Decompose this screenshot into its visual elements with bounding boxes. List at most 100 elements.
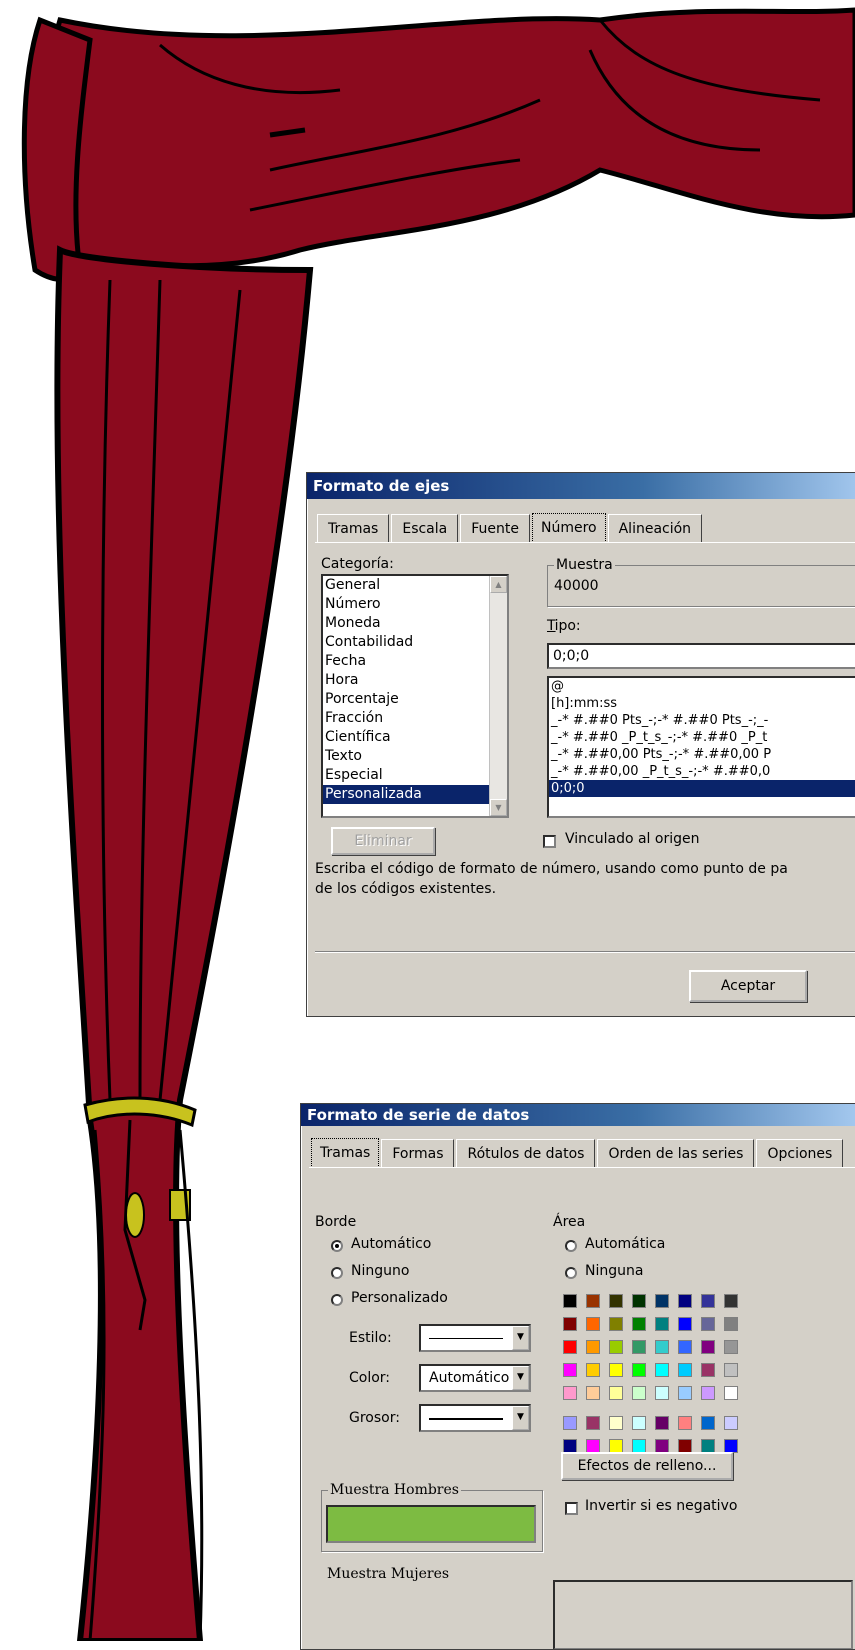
color-combo[interactable]: Automático ▼: [419, 1364, 531, 1392]
border-none-radio[interactable]: [331, 1267, 343, 1279]
color-swatch[interactable]: [724, 1363, 738, 1377]
list-item[interactable]: Número: [323, 595, 507, 614]
color-swatch[interactable]: [701, 1386, 715, 1400]
list-item-selected[interactable]: Personalizada: [323, 785, 507, 804]
color-swatch[interactable]: [563, 1363, 577, 1377]
list-item[interactable]: Fecha: [323, 652, 507, 671]
color-swatch[interactable]: [724, 1386, 738, 1400]
color-swatch[interactable]: [609, 1386, 623, 1400]
color-swatch[interactable]: [563, 1317, 577, 1331]
linked-checkbox[interactable]: [543, 835, 556, 848]
color-swatch[interactable]: [724, 1294, 738, 1308]
color-swatch[interactable]: [701, 1340, 715, 1354]
color-swatch[interactable]: [632, 1363, 646, 1377]
tab-rotulos[interactable]: Rótulos de datos: [456, 1139, 596, 1168]
fill-effects-button[interactable]: Efectos de relleno...: [561, 1452, 733, 1480]
list-item-selected[interactable]: 0;0;0: [549, 780, 855, 797]
invert-checkbox[interactable]: [565, 1502, 578, 1515]
format-listbox[interactable]: @ [h]:mm:ss _-* #.##0 Pts_-;-* #.##0 Pts…: [547, 676, 855, 818]
tab-alineacion[interactable]: Alineación: [607, 514, 703, 543]
category-scrollbar[interactable]: ▲ ▼: [489, 576, 507, 816]
ok-button[interactable]: Aceptar: [689, 970, 807, 1002]
tab-opciones[interactable]: Opciones: [756, 1139, 844, 1168]
color-swatch[interactable]: [563, 1416, 577, 1430]
color-swatch[interactable]: [701, 1294, 715, 1308]
color-swatch[interactable]: [655, 1363, 669, 1377]
color-swatch[interactable]: [609, 1317, 623, 1331]
area-none-radio[interactable]: [565, 1267, 577, 1279]
chevron-down-icon[interactable]: ▼: [512, 1326, 529, 1350]
color-swatch[interactable]: [563, 1439, 577, 1453]
tab-numero[interactable]: Número: [531, 513, 606, 543]
color-swatch[interactable]: [609, 1294, 623, 1308]
color-swatch[interactable]: [586, 1363, 600, 1377]
color-swatch[interactable]: [563, 1340, 577, 1354]
color-swatch[interactable]: [724, 1439, 738, 1453]
type-input[interactable]: 0;0;0: [547, 643, 855, 669]
color-swatch[interactable]: [632, 1439, 646, 1453]
list-item[interactable]: Especial: [323, 766, 507, 785]
color-swatch[interactable]: [655, 1439, 669, 1453]
tab-fuente[interactable]: Fuente: [460, 514, 530, 543]
list-item[interactable]: Científica: [323, 728, 507, 747]
area-auto-radio[interactable]: [565, 1240, 577, 1252]
color-swatch[interactable]: [701, 1416, 715, 1430]
category-listbox[interactable]: General Número Moneda Contabilidad Fecha…: [321, 574, 509, 818]
color-swatch[interactable]: [678, 1317, 692, 1331]
color-swatch[interactable]: [724, 1317, 738, 1331]
list-item[interactable]: _-* #.##0 Pts_-;-* #.##0 Pts_-;_-: [549, 712, 855, 729]
scroll-down-icon[interactable]: ▼: [490, 799, 507, 816]
color-swatch[interactable]: [586, 1416, 600, 1430]
color-swatch[interactable]: [632, 1340, 646, 1354]
color-swatch[interactable]: [655, 1340, 669, 1354]
color-swatch[interactable]: [609, 1416, 623, 1430]
list-item[interactable]: Moneda: [323, 614, 507, 633]
color-swatch[interactable]: [655, 1294, 669, 1308]
list-item[interactable]: Contabilidad: [323, 633, 507, 652]
color-swatch[interactable]: [586, 1294, 600, 1308]
delete-button[interactable]: Eliminar: [331, 827, 435, 855]
color-swatch[interactable]: [655, 1317, 669, 1331]
color-swatch[interactable]: [586, 1340, 600, 1354]
scroll-up-icon[interactable]: ▲: [490, 576, 507, 593]
color-swatch[interactable]: [678, 1294, 692, 1308]
color-swatch[interactable]: [701, 1439, 715, 1453]
tab-tramas[interactable]: Tramas: [317, 514, 390, 543]
color-swatch[interactable]: [678, 1386, 692, 1400]
color-swatch[interactable]: [724, 1416, 738, 1430]
color-swatch[interactable]: [586, 1317, 600, 1331]
color-swatch[interactable]: [655, 1416, 669, 1430]
color-swatch[interactable]: [609, 1340, 623, 1354]
color-swatch[interactable]: [563, 1294, 577, 1308]
border-auto-radio[interactable]: [331, 1240, 343, 1252]
color-swatch[interactable]: [724, 1340, 738, 1354]
border-custom-radio[interactable]: [331, 1294, 343, 1306]
tab-formas[interactable]: Formas: [381, 1139, 455, 1168]
color-swatch[interactable]: [563, 1386, 577, 1400]
color-swatch[interactable]: [678, 1439, 692, 1453]
list-item[interactable]: Texto: [323, 747, 507, 766]
list-item[interactable]: Porcentaje: [323, 690, 507, 709]
color-swatch[interactable]: [678, 1363, 692, 1377]
list-item[interactable]: _-* #.##0,00 Pts_-;-* #.##0,00 P: [549, 746, 855, 763]
list-item[interactable]: General: [323, 576, 507, 595]
color-swatch[interactable]: [632, 1294, 646, 1308]
color-swatch[interactable]: [586, 1386, 600, 1400]
color-swatch[interactable]: [678, 1416, 692, 1430]
color-swatch[interactable]: [632, 1317, 646, 1331]
list-item[interactable]: [h]:mm:ss: [549, 695, 855, 712]
color-swatch[interactable]: [609, 1363, 623, 1377]
color-swatch[interactable]: [655, 1386, 669, 1400]
color-swatch[interactable]: [701, 1317, 715, 1331]
list-item[interactable]: Fracción: [323, 709, 507, 728]
list-item[interactable]: _-* #.##0 _P_t_s_-;-* #.##0 _P_t: [549, 729, 855, 746]
color-swatch[interactable]: [701, 1363, 715, 1377]
chevron-down-icon[interactable]: ▼: [512, 1366, 529, 1390]
color-swatch[interactable]: [632, 1416, 646, 1430]
tab-escala[interactable]: Escala: [391, 514, 459, 543]
weight-combo[interactable]: ▼: [419, 1404, 531, 1432]
list-item[interactable]: Hora: [323, 671, 507, 690]
color-swatch[interactable]: [632, 1386, 646, 1400]
chevron-down-icon[interactable]: ▼: [512, 1406, 529, 1430]
tab-tramas[interactable]: Tramas: [311, 1138, 380, 1168]
